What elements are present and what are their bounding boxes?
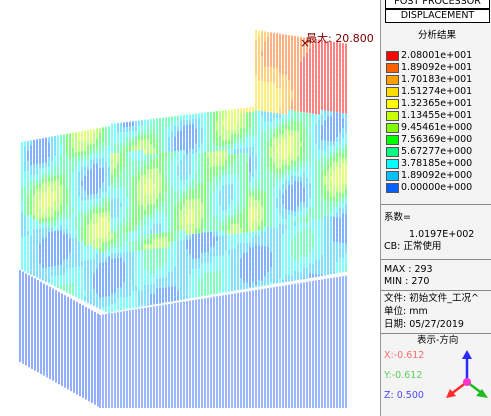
legend-swatch xyxy=(386,183,399,193)
factor-label: 系数= xyxy=(384,212,411,223)
legend-swatch xyxy=(386,159,399,169)
panel-title: POST PROCESSOR xyxy=(385,0,490,9)
legend-swatch xyxy=(386,147,399,157)
panel-subtitle: DISPLACEMENT xyxy=(385,9,490,23)
max-value-label: 最大: 20.800 xyxy=(306,32,374,45)
max-text: MAX : 293 xyxy=(384,264,433,275)
legend-value: 1.89092e+001 xyxy=(401,62,473,73)
legend-swatch xyxy=(386,123,399,133)
legend-swatch xyxy=(386,135,399,145)
view-direction-label: 表示-方向 xyxy=(417,335,459,346)
date-text: 日期: 05/27/2019 xyxy=(384,319,464,330)
legend-value: 1.70183e+001 xyxy=(401,74,473,85)
factor-value: 1.0197E+002 xyxy=(409,229,475,240)
legend-value: 1.89092e+000 xyxy=(401,170,473,181)
divider xyxy=(381,290,491,291)
divider xyxy=(381,204,491,205)
legend-swatch xyxy=(386,111,399,121)
axis-triad-icon[interactable] xyxy=(443,350,489,402)
x-direction: X:-0.612 xyxy=(384,350,425,361)
file-text: 文件: 初始文件_工况^ xyxy=(384,293,479,304)
legend-value: 1.32365e+001 xyxy=(401,98,473,109)
legend-value: 1.13455e+001 xyxy=(401,110,473,121)
legend-value: 9.45461e+000 xyxy=(401,122,473,133)
legend-swatch xyxy=(386,63,399,73)
model-viewport[interactable]: × 最大: 20.800 xyxy=(0,0,380,416)
result-label: 分析结果 xyxy=(418,30,457,41)
legend-swatch xyxy=(386,99,399,109)
displacement-contour-model: × xyxy=(19,30,347,408)
legend-swatch xyxy=(386,171,399,181)
legend-swatch xyxy=(386,75,399,85)
cb-text: CB: 正常使用 xyxy=(384,241,442,252)
min-text: MIN : 270 xyxy=(384,276,430,287)
unit-text: 单位: mm xyxy=(384,306,428,317)
divider xyxy=(381,259,491,260)
legend-value: 0.00000e+000 xyxy=(401,182,473,193)
legend-value: 1.51274e+001 xyxy=(401,86,473,97)
legend-swatch xyxy=(386,87,399,97)
legend-value: 7.56369e+000 xyxy=(401,134,473,145)
legend-value: 3.78185e+000 xyxy=(401,158,473,169)
y-direction: Y:-0.612 xyxy=(384,370,423,381)
legend-value: 5.67277e+000 xyxy=(401,146,473,157)
z-direction: Z: 0.500 xyxy=(384,390,424,401)
divider xyxy=(381,333,491,334)
legend-swatch xyxy=(386,51,399,61)
post-processor-panel: POST PROCESSOR DISPLACEMENT 分析结果 2.08001… xyxy=(380,0,491,416)
legend-value: 2.08001e+001 xyxy=(401,50,473,61)
